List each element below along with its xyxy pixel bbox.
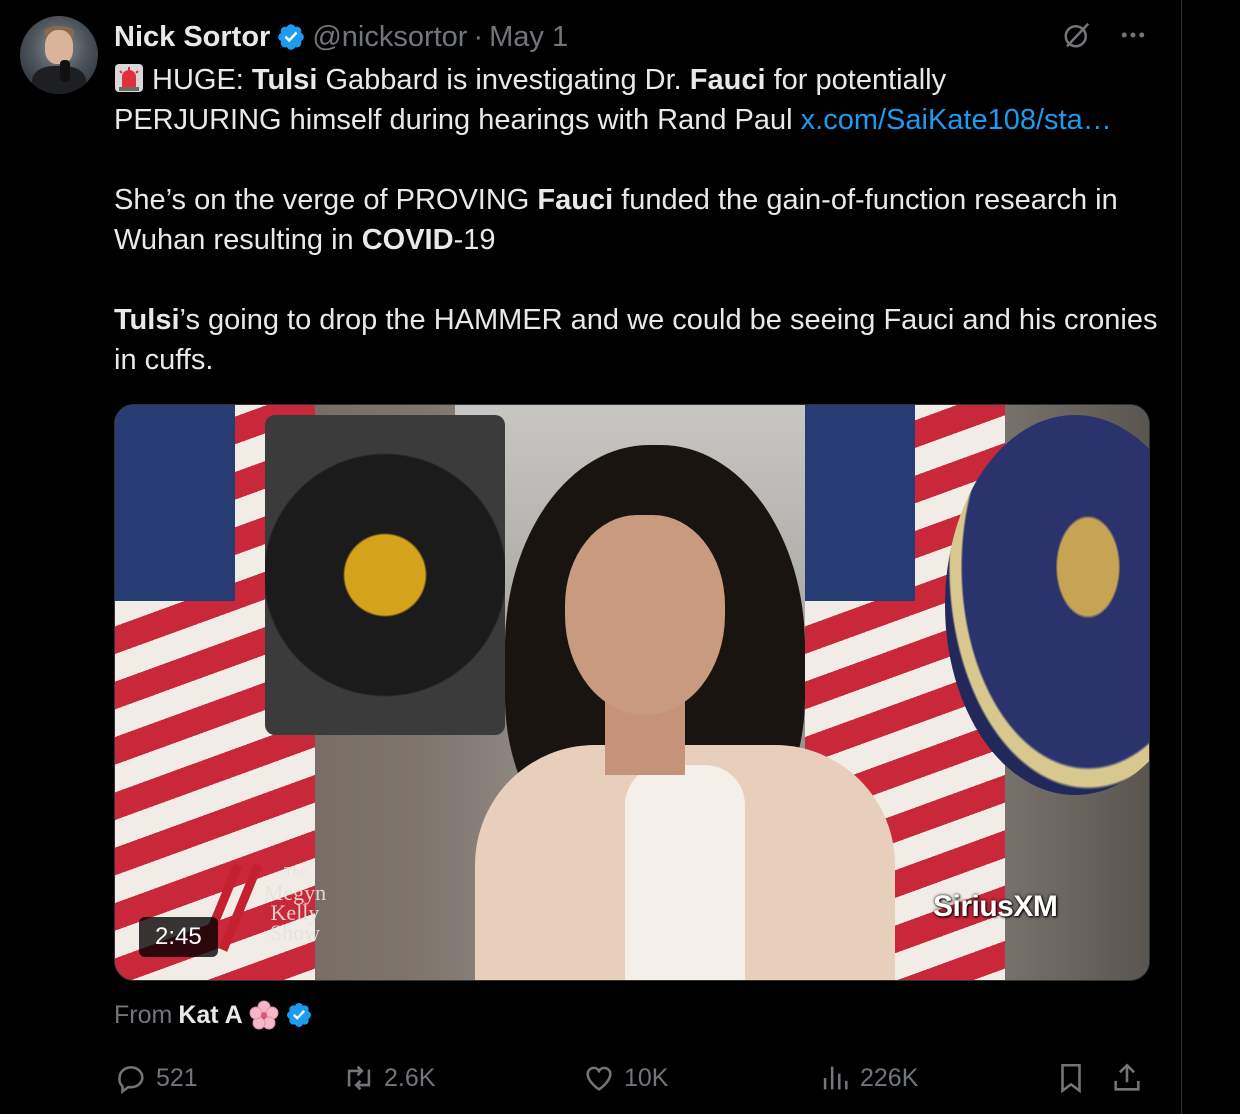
tweet-paragraph-2: She’s on the verge of PROVING Fauci fund…	[114, 180, 1164, 260]
video-duration-badge: 2:45	[139, 917, 218, 957]
header-separator: ·	[473, 20, 484, 53]
tweet-text-bold: Fauci	[537, 184, 614, 216]
tweet-date[interactable]: May 1	[489, 21, 568, 54]
views-icon	[823, 1066, 848, 1090]
author-name[interactable]: Nick Sortor	[114, 21, 270, 54]
repost-count: 2.6K	[384, 1063, 436, 1092]
more-icon[interactable]	[1118, 20, 1148, 50]
repost-button[interactable]: 2.6K	[342, 1058, 435, 1098]
video-player[interactable]: The Megyn Kelly Show SiriusXM 2:45	[114, 404, 1150, 981]
paragraph-spacer	[114, 260, 1164, 300]
paragraph-spacer	[114, 140, 1164, 180]
reply-icon	[118, 1066, 144, 1095]
from-name[interactable]: Kat A	[178, 1001, 242, 1030]
share-icon	[1114, 1063, 1140, 1091]
verified-badge-icon	[286, 1003, 311, 1027]
bookmark-button[interactable]	[1054, 1058, 1088, 1098]
tweet-text-bold: Tulsi	[251, 64, 318, 96]
tweet-text-bold: Tulsi	[114, 304, 180, 336]
tweet-actions-bar: 521 2.6K 10K 226K	[114, 1058, 1154, 1098]
share-button[interactable]	[1110, 1058, 1144, 1098]
like-icon	[586, 1066, 612, 1091]
watermark-show: Show	[269, 920, 321, 945]
tweet-text-segment: Gabbard is investigating Dr.	[317, 64, 690, 96]
megyn-kelly-watermark: The Megyn Kelly Show	[235, 863, 355, 945]
tweet-text-bold: COVID	[361, 224, 454, 256]
avatar[interactable]	[20, 16, 98, 94]
tweet-text-segment: She’s on the verge of PROVING	[114, 184, 538, 216]
tweet-body: HUGE: Tulsi Gabbard is investigating Dr.…	[114, 60, 1164, 380]
repost-icon	[347, 1065, 371, 1091]
bookmark-icon	[1061, 1063, 1081, 1094]
video-subject	[475, 445, 915, 980]
tweet-top-actions	[1062, 20, 1148, 50]
tweet-text-segment: for potentially	[765, 64, 947, 96]
cherry-blossom-emoji-icon	[249, 1000, 279, 1030]
tweet-page: Nick Sortor @nicksortor · May 1 HUGE: Tu…	[0, 0, 1240, 1114]
from-label: From	[114, 1000, 173, 1029]
video-seal-left	[265, 415, 505, 735]
reply-count: 521	[156, 1063, 198, 1092]
tweet-line-2: PERJURING himself during hearings with R…	[114, 100, 1164, 140]
reply-button[interactable]: 521	[114, 1058, 198, 1098]
tweet-paragraph-3: Tulsi’s going to drop the HAMMER and we …	[114, 300, 1164, 380]
tweet-text-segment: ’s going to drop the HAMMER and we could…	[114, 304, 1158, 376]
tweet-text-segment: HUGE:	[152, 64, 252, 96]
quoted-link[interactable]: x.com/SaiKate108/sta…	[801, 104, 1112, 136]
tweet-line-1: HUGE: Tulsi Gabbard is investigating Dr.…	[114, 60, 1164, 100]
verified-badge-icon	[278, 24, 305, 50]
tweet-header: Nick Sortor @nicksortor · May 1	[114, 19, 568, 55]
siren-emoji-icon	[115, 64, 143, 92]
like-count: 10K	[624, 1063, 669, 1092]
siriusxm-watermark: SiriusXM	[933, 890, 1058, 923]
tweet-text-bold: Fauci	[689, 64, 766, 96]
views-button[interactable]: 226K	[818, 1058, 918, 1098]
views-count: 226K	[860, 1063, 919, 1092]
tweet-text-segment: -19	[453, 224, 496, 256]
grok-icon[interactable]	[1062, 20, 1092, 50]
tweet-text-segment: PERJURING himself during hearings with R…	[114, 104, 801, 136]
author-handle[interactable]: @nicksortor	[312, 21, 467, 54]
column-divider	[1181, 0, 1182, 1114]
video-attribution: From Kat A	[114, 998, 313, 1032]
like-button[interactable]: 10K	[582, 1058, 668, 1098]
